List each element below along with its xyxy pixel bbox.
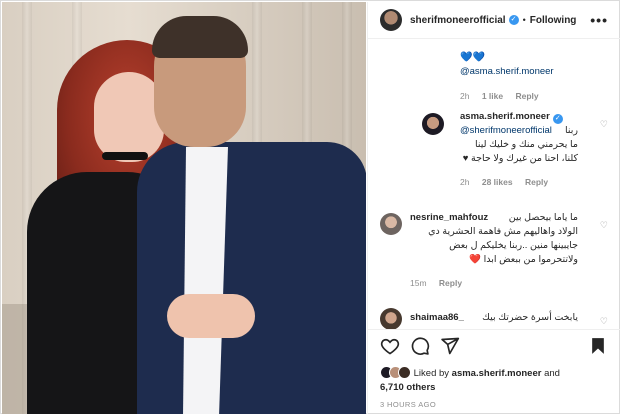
following-button[interactable]: Following [530, 15, 577, 26]
reply-button[interactable]: Reply [439, 278, 462, 288]
verified-badge-icon: ✓ [552, 114, 563, 124]
comment-text: الولاد واهاليهم مش فاهمة الحشرية دي [428, 226, 578, 237]
like-comment-icon[interactable]: ♡ [600, 119, 608, 130]
post-timestamp[interactable]: 3 HOURS AGO [380, 400, 436, 409]
divider [368, 329, 620, 330]
avatar[interactable] [422, 113, 444, 135]
separator-dot: • [522, 15, 526, 25]
post-photo[interactable] [2, 2, 366, 414]
post-sidebar: sherifmoneerofficial ✓ • Following ••• 💙… [367, 2, 620, 414]
comment-likes[interactable]: 28 likes [482, 177, 513, 187]
post-header: sherifmoneerofficial ✓ • Following ••• [368, 2, 620, 39]
comment-text: ما ياما بيحصل بين [508, 212, 578, 223]
comment-meta: 2h 1 like Reply [460, 91, 549, 101]
comment-meta: 2h 28 likes Reply [460, 177, 558, 187]
comment-time: 2h [460, 177, 470, 187]
like-comment-icon[interactable]: ♡ [600, 220, 608, 231]
like-comment-icon[interactable]: ♡ [600, 316, 608, 327]
share-icon[interactable] [440, 336, 460, 356]
reply-button[interactable]: Reply [516, 91, 539, 101]
avatar[interactable] [380, 9, 402, 31]
comment-text: كلنا، احنا من غيرك ولا حاجة ♥ [462, 153, 578, 164]
more-options-icon[interactable]: ••• [590, 12, 608, 28]
man-hair [152, 16, 248, 58]
bookmark-icon[interactable] [588, 336, 608, 356]
comment-text: جايبينها منين ..ربنا يخليكم ل بعض [449, 240, 578, 251]
action-bar [380, 334, 608, 358]
comment-text: ما يحرمني منك و خليك لينا [474, 139, 578, 150]
liked-and-label: and [544, 368, 560, 379]
avatar[interactable] [380, 213, 402, 235]
comment-text: 💙💙 [460, 52, 485, 63]
man-suit [137, 142, 366, 414]
reply-button[interactable]: Reply [525, 177, 548, 187]
comment-time: 2h [460, 91, 470, 101]
liked-by-label: Liked by [413, 368, 450, 379]
liked-by-user[interactable]: asma.sherif.moneer [452, 368, 542, 379]
comment-icon[interactable] [410, 336, 430, 356]
comment-meta: 15m Reply [410, 278, 472, 288]
comment-time: 15m [410, 278, 427, 288]
post-username[interactable]: sherifmoneerofficial [410, 15, 506, 26]
choker [102, 152, 148, 160]
comment-text: ولاتتحرموا من ببعض ابدا ❤️ [469, 254, 578, 265]
instagram-post: sherifmoneerofficial ✓ • Following ••• 💙… [0, 0, 620, 414]
comment-username[interactable]: asma.sherif.moneer [460, 111, 550, 122]
comment-list[interactable]: 💙💙 @asma.sherif.moneer 2h 1 like Reply a… [368, 40, 620, 329]
comment-text: يابخت أسرة حضرتك بيك [482, 312, 578, 323]
likes-summary: Liked by asma.sherif.moneer and 6,710 ot… [380, 366, 610, 395]
hand [167, 294, 255, 338]
heart-icon[interactable] [380, 336, 400, 356]
comment-likes[interactable]: 1 like [482, 91, 503, 101]
verified-badge-icon: ✓ [508, 15, 519, 25]
others-count[interactable]: 6,710 others [380, 382, 435, 393]
comment-mention[interactable]: @asma.sherif.moneer [460, 66, 554, 77]
comment-text: ربنا [565, 125, 578, 136]
avatar[interactable] [380, 308, 402, 329]
liker-avatar [398, 366, 411, 379]
